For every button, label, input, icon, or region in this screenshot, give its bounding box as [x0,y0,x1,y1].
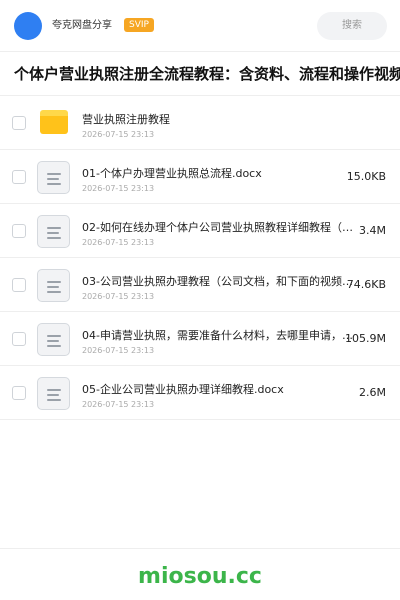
file-size: 3.4M [359,224,386,237]
page-title: 个体户营业执照注册全流程教程：含资料、流程和操作视频 [14,65,400,83]
avatar[interactable] [14,12,42,40]
file-row[interactable]: 04-申请营业执照，需要准备什么材料，去哪里申请，… 2026-07-15 23… [0,312,400,366]
file-row[interactable]: 03-公司营业执照办理教程（公司文档，和下面的视频… 2026-07-15 23… [0,258,400,312]
file-size: 105.9M [345,332,386,345]
file-name: 02-如何在线办理个体户公司营业执照教程详细教程（… [82,221,353,234]
file-size: 15.0KB [346,170,386,183]
checkbox-icon[interactable] [12,224,26,238]
file-date: 2026-07-15 23:13 [82,238,155,247]
file-name: 04-申请营业执照，需要准备什么材料，去哪里申请，… [82,329,353,342]
checkbox-icon[interactable] [12,386,26,400]
checkbox-icon[interactable] [12,278,26,292]
file-name: 营业执照注册教程 [82,113,170,126]
file-size: 74.6KB [346,278,386,291]
file-date: 2026-07-15 23:13 [82,346,155,355]
site-brand-logo[interactable]: miosou.cc [0,563,400,591]
footer: miosou.cc [0,548,400,600]
folder-icon [40,110,68,134]
document-icon [37,269,70,302]
file-name: 05-企业公司营业执照办理详细教程.docx [82,383,284,396]
file-name: 01-个体户办理营业执照总流程.docx [82,167,262,180]
checkbox-icon[interactable] [12,116,26,130]
file-date: 2026-07-15 23:13 [82,130,155,139]
top-bar: 夸克网盘分享 SVIP 搜索 [0,0,400,52]
file-date: 2026-07-15 23:13 [82,184,155,193]
file-row[interactable]: 01-个体户办理营业执照总流程.docx 2026-07-15 23:13 15… [0,150,400,204]
checkbox-icon[interactable] [12,332,26,346]
file-row-folder[interactable]: 营业执照注册教程 2026-07-15 23:13 [0,96,400,150]
file-row[interactable]: 05-企业公司营业执照办理详细教程.docx 2026-07-15 23:13 … [0,366,400,420]
document-icon [37,215,70,248]
search-button[interactable]: 搜索 [317,12,387,40]
file-list: 营业执照注册教程 2026-07-15 23:13 01-个体户办理营业执照总流… [0,96,400,420]
file-name: 03-公司营业执照办理教程（公司文档，和下面的视频… [82,275,353,288]
file-size: 2.6M [359,386,386,399]
title-bar: 个体户营业执照注册全流程教程：含资料、流程和操作视频 [0,52,400,96]
document-icon [37,323,70,356]
user-name: 夸克网盘分享 [52,20,112,31]
checkbox-icon[interactable] [12,170,26,184]
svip-badge: SVIP [124,18,154,32]
document-icon [37,161,70,194]
file-date: 2026-07-15 23:13 [82,400,155,409]
file-row[interactable]: 02-如何在线办理个体户公司营业执照教程详细教程（… 2026-07-15 23… [0,204,400,258]
file-date: 2026-07-15 23:13 [82,292,155,301]
document-icon [37,377,70,410]
